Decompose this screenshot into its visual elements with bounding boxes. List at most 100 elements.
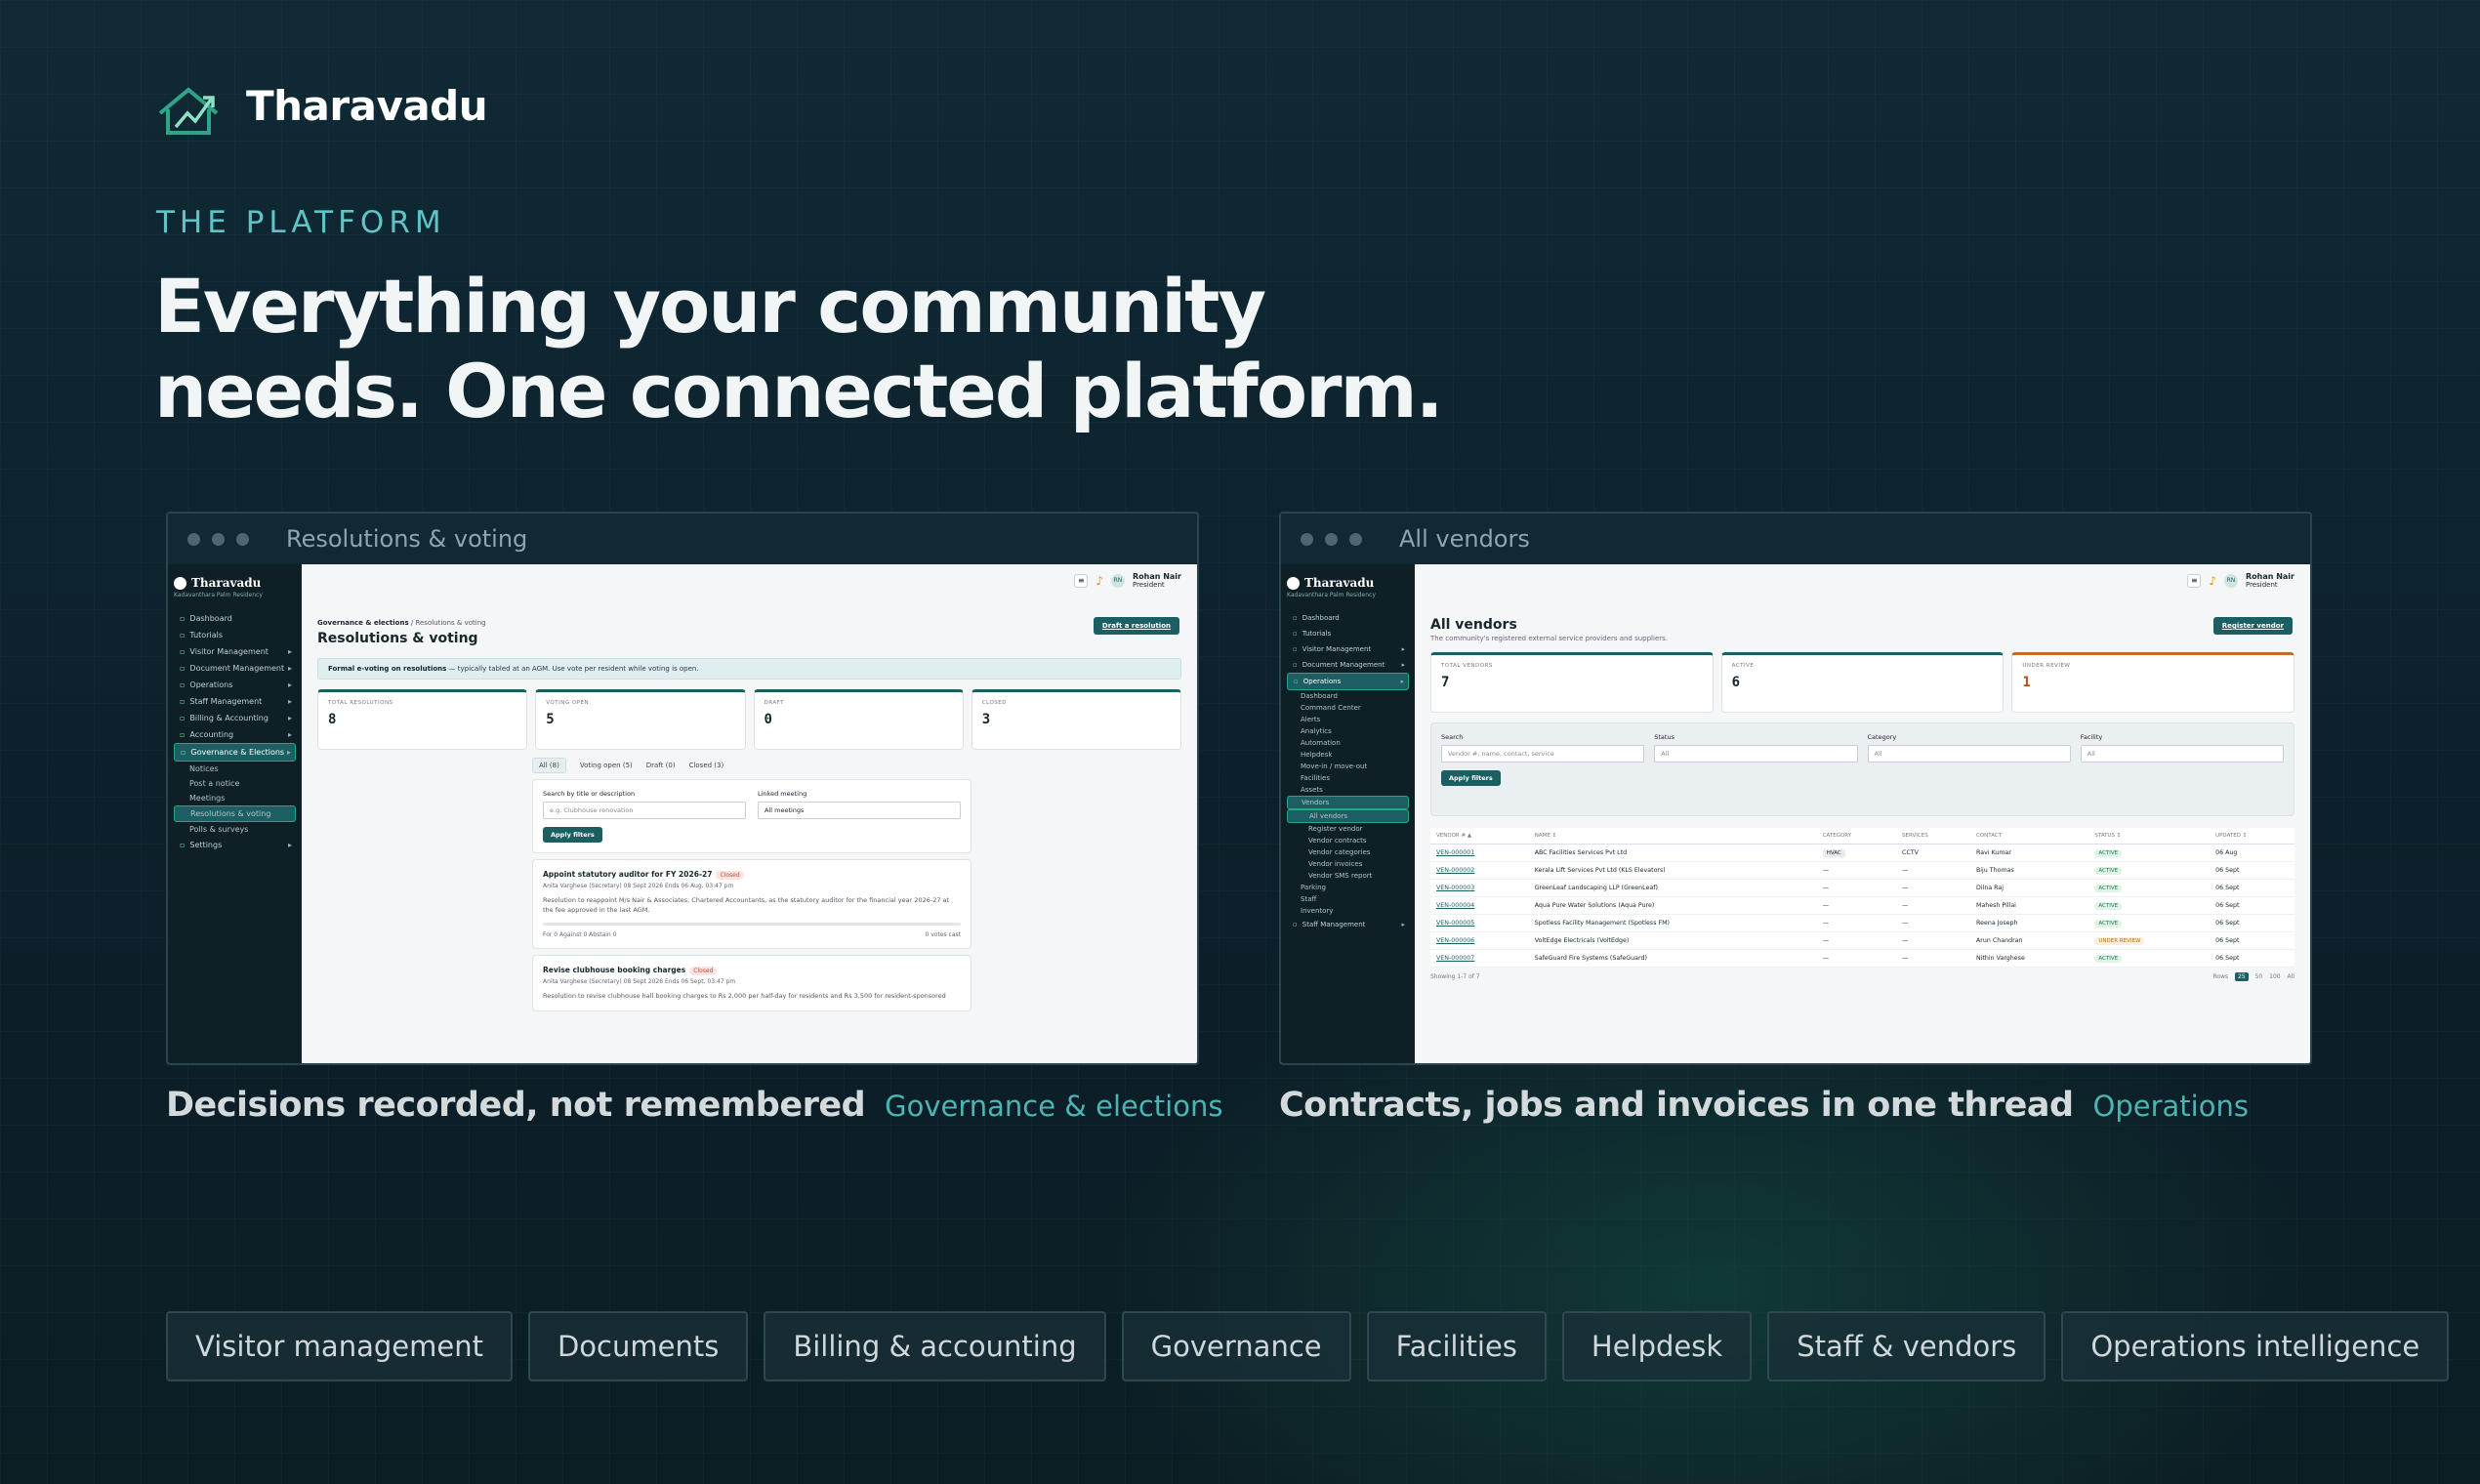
pager-option[interactable]: 50 — [2255, 973, 2263, 980]
vendor-contact: Arun Chandran — [1969, 931, 2089, 950]
sidebar-item-tutorials[interactable]: Tutorials — [174, 627, 296, 643]
sidebar-subitem-meetings[interactable]: Meetings — [174, 791, 296, 805]
sidebar-subitem[interactable]: Assets — [1287, 784, 1409, 796]
sidebar-item-documents[interactable]: Document Management — [174, 660, 296, 677]
avatar[interactable]: RN — [1110, 573, 1125, 588]
sidebar-subitem[interactable]: Move-in / move-out — [1287, 761, 1409, 772]
sidebar-item-dashboard[interactable]: Dashboard — [1287, 610, 1409, 626]
vendor-id[interactable]: VEN-000003 — [1430, 879, 1529, 897]
sidebar-subitem[interactable]: Parking — [1287, 882, 1409, 893]
bell-icon[interactable]: ♪ — [1095, 574, 1103, 588]
sidebar-subitem-resolutions[interactable]: Resolutions & voting — [174, 805, 296, 822]
sidebar-subitem-all-vendors[interactable]: All vendors — [1287, 809, 1409, 823]
sidebar-subitem[interactable]: Vendor SMS report — [1287, 870, 1409, 882]
register-vendor-button[interactable]: Register vendor — [2212, 617, 2293, 635]
sidebar-subitem[interactable]: Facilities — [1287, 772, 1409, 784]
draft-resolution-button[interactable]: Draft a resolution — [1093, 617, 1179, 635]
col-name[interactable]: NAME ↕ — [1528, 828, 1817, 845]
sidebar-item-dashboard[interactable]: Dashboard — [174, 610, 296, 627]
meeting-select[interactable]: All meetings — [758, 802, 961, 819]
sidebar-item-billing[interactable]: Billing & Accounting — [174, 710, 296, 726]
table-row[interactable]: VEN-000001 ABC Facilities Services Pvt Lt… — [1430, 844, 2294, 862]
pager-option[interactable]: All — [2288, 973, 2294, 980]
vendor-id[interactable]: VEN-000001 — [1430, 844, 1529, 862]
table-row[interactable]: VEN-000004 Aqua Pure Water Solutions (Aqu… — [1430, 896, 2294, 915]
category-select[interactable]: All — [1867, 745, 2071, 763]
sidebar-item-staff[interactable]: Staff Management — [174, 693, 296, 710]
vendor-id[interactable]: VEN-000002 — [1430, 861, 1529, 880]
pager-option[interactable]: 100 — [2269, 973, 2280, 980]
search-input[interactable]: Vendor #, name, contact, service — [1441, 745, 1645, 763]
sidebar-subitem[interactable]: Command Center — [1287, 702, 1409, 714]
vendors-table: VENDOR # ▲ NAME ↕ CATEGORY SERVICES CONT… — [1430, 828, 2294, 968]
table-row[interactable]: VEN-000003 GreenLeaf Landscaping LLP (Gre… — [1430, 879, 2294, 897]
sidebar-subitem[interactable]: Analytics — [1287, 725, 1409, 737]
tab-voting-open[interactable]: Voting open (5) — [580, 762, 633, 773]
chip-visitor-management[interactable]: Visitor management — [166, 1311, 513, 1381]
vendor-id[interactable]: VEN-000004 — [1430, 896, 1529, 915]
tab-draft[interactable]: Draft (0) — [646, 762, 676, 773]
facility-select[interactable]: All — [2080, 745, 2284, 763]
table-row[interactable]: VEN-000007 SafeGuard Fire Systems (SafeGu… — [1430, 949, 2294, 968]
vendor-id[interactable]: VEN-000006 — [1430, 931, 1529, 950]
chip-billing[interactable]: Billing & accounting — [764, 1311, 1106, 1381]
menu-icon[interactable]: ≡ — [2187, 573, 2202, 588]
table-row[interactable]: VEN-000005 Spotless Facility Management (… — [1430, 914, 2294, 932]
status-select[interactable]: All — [1654, 745, 1858, 763]
sidebar-item-accounting[interactable]: Accounting — [174, 726, 296, 743]
chip-helpdesk[interactable]: Helpdesk — [1561, 1311, 1753, 1381]
sidebar-subitem-vendors[interactable]: Vendors — [1287, 796, 1409, 809]
chip-staff-vendors[interactable]: Staff & vendors — [1767, 1311, 2046, 1381]
sidebar-subitem[interactable]: Staff — [1287, 893, 1409, 905]
caption-tag[interactable]: Operations — [2093, 1090, 2249, 1123]
sidebar-item-operations[interactable]: Operations — [1287, 673, 1409, 690]
sidebar-item-documents[interactable]: Document Management — [1287, 657, 1409, 673]
caption-tag[interactable]: Governance & elections — [885, 1090, 1222, 1123]
chip-operations-intelligence[interactable]: Operations intelligence — [2061, 1311, 2450, 1381]
sidebar-item-settings[interactable]: Settings — [174, 837, 296, 853]
sidebar-item-staff[interactable]: Staff Management — [1287, 917, 1409, 932]
sidebar-subitem[interactable]: Helpdesk — [1287, 749, 1409, 761]
sidebar-subitem[interactable]: Automation — [1287, 737, 1409, 749]
user-block[interactable]: Rohan Nair President — [1133, 572, 1181, 589]
vendor-id[interactable]: VEN-000005 — [1430, 914, 1529, 932]
tab-closed[interactable]: Closed (3) — [689, 762, 724, 773]
sidebar-item-tutorials[interactable]: Tutorials — [1287, 626, 1409, 641]
breadcrumb-parent[interactable]: Governance & elections — [317, 619, 409, 627]
col-updated[interactable]: UPDATED ↕ — [2210, 828, 2294, 845]
tab-all[interactable]: All (8) — [532, 758, 566, 773]
chip-documents[interactable]: Documents — [527, 1311, 749, 1381]
sidebar-subitem[interactable]: Vendor contracts — [1287, 835, 1409, 846]
sidebar-item-governance[interactable]: Governance & Elections — [174, 743, 296, 762]
apply-filters-button[interactable]: Apply filters — [543, 827, 602, 843]
sidebar-subitem[interactable]: Alerts — [1287, 714, 1409, 725]
resolution-card[interactable]: Revise clubhouse booking charges Closed A… — [532, 955, 971, 1011]
sidebar-subitem[interactable]: Dashboard — [1287, 690, 1409, 702]
col-status[interactable]: STATUS ↕ — [2088, 828, 2211, 845]
table-row[interactable]: VEN-000006 VoltEdge Electricals (VoltEdge… — [1430, 931, 2294, 950]
col-vendor-id[interactable]: VENDOR # ▲ — [1430, 828, 1529, 845]
sidebar-item-visitor[interactable]: Visitor Management — [1287, 641, 1409, 657]
sidebar-item-operations[interactable]: Operations — [174, 677, 296, 693]
sidebar-subitem-polls[interactable]: Polls & surveys — [174, 822, 296, 837]
sidebar-item-visitor[interactable]: Visitor Management — [174, 643, 296, 660]
vendor-id[interactable]: VEN-000007 — [1430, 949, 1529, 968]
apply-filters-button[interactable]: Apply filters — [1441, 770, 1501, 786]
table-row[interactable]: VEN-000002 Kerala Lift Services Pvt Ltd (… — [1430, 861, 2294, 880]
chip-governance[interactable]: Governance — [1121, 1311, 1351, 1381]
pager-option[interactable]: 25 — [2235, 972, 2249, 981]
status-badge: ACTIVE — [2094, 885, 2123, 892]
sidebar-subitem[interactable]: Register vendor — [1287, 823, 1409, 835]
resolution-card[interactable]: Appoint statutory auditor for FY 2026-27… — [532, 859, 971, 949]
sidebar-subitem[interactable]: Vendor categories — [1287, 846, 1409, 858]
bell-icon[interactable]: ♪ — [2209, 574, 2216, 588]
search-input[interactable]: e.g. Clubhouse renovation — [543, 802, 746, 819]
chip-facilities[interactable]: Facilities — [1366, 1311, 1547, 1381]
user-block[interactable]: Rohan Nair President — [2246, 572, 2294, 589]
sidebar-subitem-notices[interactable]: Notices — [174, 762, 296, 776]
sidebar-subitem-post-notice[interactable]: Post a notice — [174, 776, 296, 791]
menu-icon[interactable]: ≡ — [1074, 573, 1089, 588]
sidebar-subitem[interactable]: Inventory — [1287, 905, 1409, 917]
avatar[interactable]: RN — [2223, 573, 2238, 588]
sidebar-subitem[interactable]: Vendor invoices — [1287, 858, 1409, 870]
